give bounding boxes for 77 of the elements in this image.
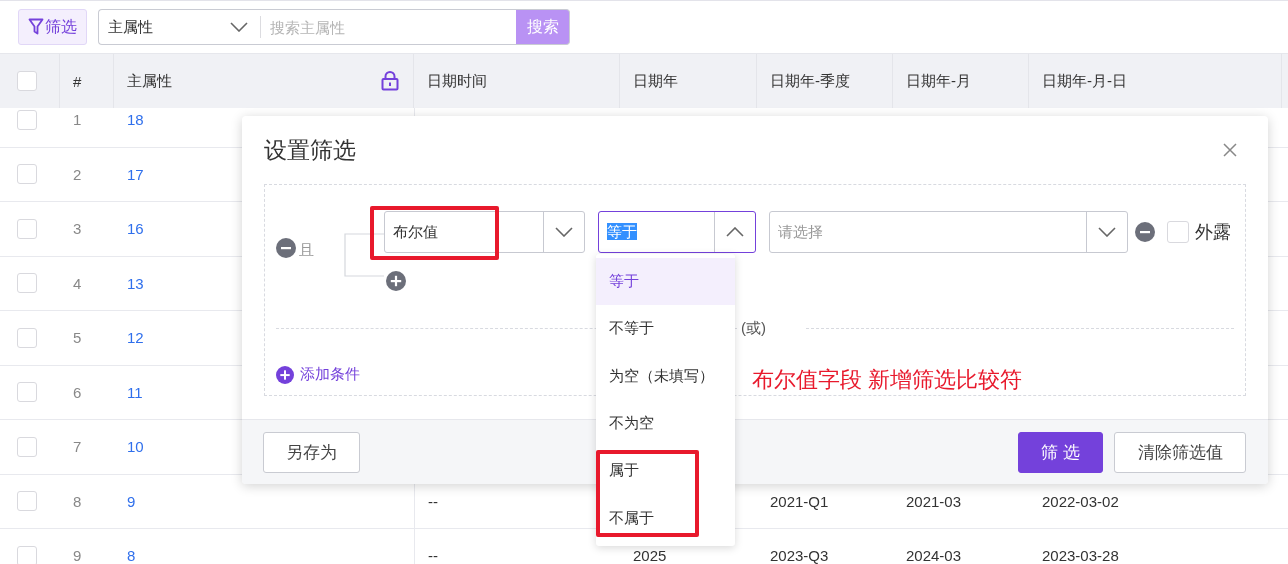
table-cell: 9 — [73, 547, 82, 564]
record-link[interactable]: 9 — [127, 492, 136, 510]
table-cell: 2021-Q1 — [770, 492, 829, 510]
column-header: 日期年-季度 — [770, 71, 850, 91]
record-link[interactable]: 17 — [127, 165, 144, 183]
checkbox[interactable] — [17, 382, 37, 403]
checkbox[interactable] — [17, 491, 37, 512]
checkbox[interactable] — [17, 273, 37, 294]
lock-icon — [381, 71, 399, 91]
column-header: 日期年 — [633, 71, 678, 91]
chevron-down-icon — [555, 227, 573, 237]
table-cell: 8 — [73, 492, 82, 510]
table-cell: -- — [428, 547, 438, 564]
annotation-text: 布尔值字段 新增筛选比较符 — [752, 366, 1023, 394]
search-field[interactable]: 搜索主属性 — [260, 9, 516, 45]
checkbox[interactable] — [17, 327, 37, 348]
table-cell: 4 — [73, 274, 82, 292]
column-header: 日期时间 — [427, 71, 487, 91]
table-cell: 1 — [73, 111, 82, 129]
chevron-up-icon — [726, 227, 744, 237]
remove-icon[interactable] — [1135, 222, 1155, 242]
checkbox[interactable] — [17, 71, 37, 91]
add-condition-button[interactable]: 添加条件 — [276, 365, 360, 384]
value-select[interactable]: 请选择 — [769, 211, 1128, 253]
table-cell: 3 — [73, 220, 82, 238]
checkbox[interactable] — [17, 164, 37, 185]
column-header: 日期年-月 — [906, 71, 971, 91]
table-cell: 2025 — [633, 547, 667, 564]
funnel-icon — [28, 18, 44, 36]
checkbox-label: 外露 — [1195, 221, 1231, 244]
table-cell: 2023-Q3 — [770, 547, 829, 564]
filter-button[interactable]: 筛选 — [18, 9, 87, 45]
record-link[interactable]: 8 — [127, 547, 136, 564]
save-as-button[interactable]: 另存为 — [263, 431, 360, 473]
dialog-title: 设置筛选 — [264, 135, 356, 165]
table-cell: 2021-03 — [906, 492, 962, 510]
operator-select[interactable]: 等于 — [598, 211, 756, 253]
table-cell: 5 — [73, 329, 82, 347]
checkbox[interactable] — [17, 436, 37, 457]
record-link[interactable]: 16 — [127, 220, 144, 238]
table-cell: 2024-03 — [906, 547, 962, 564]
record-link[interactable]: 18 — [127, 111, 144, 129]
dropdown-option[interactable]: 不属于 — [596, 494, 735, 542]
close-icon[interactable] — [1222, 142, 1238, 158]
column-header: 主属性 — [127, 71, 172, 91]
checkbox[interactable] — [1167, 221, 1189, 243]
chevron-down-icon — [1098, 227, 1116, 237]
column-header: # — [73, 72, 82, 90]
column-header: 日期年-月-日 — [1042, 71, 1127, 91]
checkbox[interactable] — [17, 218, 37, 239]
field-select[interactable]: 主属性 — [98, 9, 260, 45]
dropdown-option[interactable]: 为空（未填写） — [596, 352, 735, 400]
add-icon[interactable] — [386, 271, 406, 291]
connector-label: 且 — [299, 241, 314, 260]
clear-filter-button[interactable]: 清除筛选值 — [1114, 431, 1246, 473]
dropdown-option[interactable]: 不等于 — [596, 305, 735, 353]
bracket-line — [344, 233, 384, 277]
table-cell: 6 — [73, 383, 82, 401]
chevron-down-icon — [230, 22, 248, 32]
table-cell: 2 — [73, 165, 82, 183]
dropdown-option[interactable]: 等于 — [596, 258, 735, 306]
record-link[interactable]: 11 — [127, 383, 143, 401]
table-cell: 2023-03-28 — [1042, 547, 1119, 564]
table-cell: -- — [428, 492, 438, 510]
remove-icon[interactable] — [276, 237, 296, 258]
checkbox[interactable] — [17, 109, 37, 130]
or-label: (或) — [740, 319, 767, 338]
apply-filter-button[interactable]: 筛选 — [1018, 431, 1103, 473]
dropdown-option[interactable]: 不为空 — [596, 399, 735, 448]
table-cell: 2022-03-02 — [1042, 492, 1119, 510]
checkbox[interactable] — [17, 545, 37, 564]
record-link[interactable]: 13 — [127, 274, 144, 292]
record-link[interactable]: 10 — [127, 438, 144, 456]
table-cell: 7 — [73, 438, 82, 456]
add-icon — [276, 365, 294, 384]
record-link[interactable]: 12 — [127, 329, 144, 347]
field-select[interactable]: 布尔值 — [384, 211, 585, 253]
